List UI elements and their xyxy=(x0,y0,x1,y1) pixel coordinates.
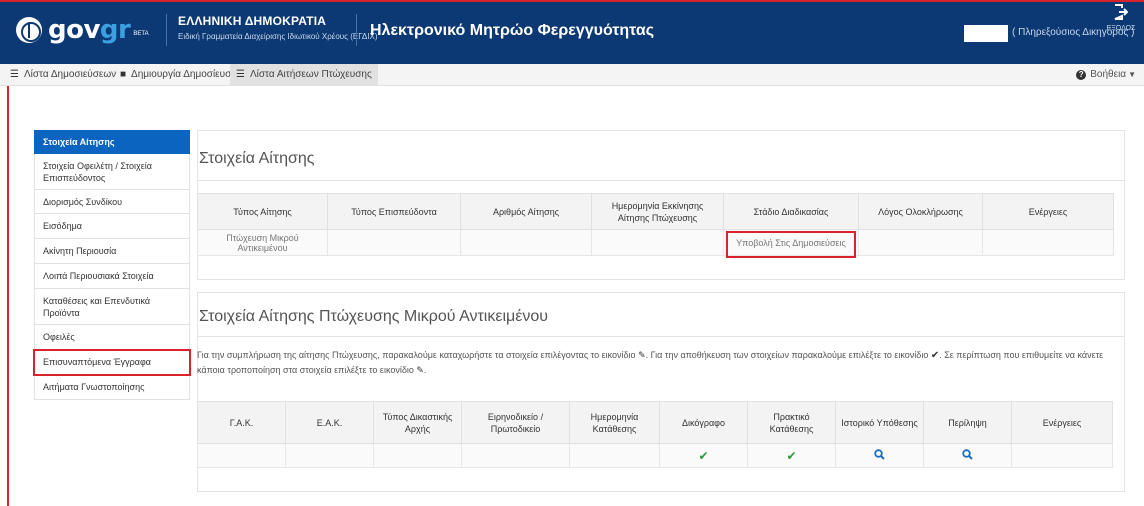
search-icon[interactable] xyxy=(962,449,973,460)
col-header: Δικόγραφο xyxy=(659,401,748,444)
caret-down-icon: ▼ xyxy=(1128,70,1136,79)
sidebar-item-debtor[interactable]: Στοιχεία Οφειλέτη / Στοιχεία Επισπεύδοντ… xyxy=(34,154,190,190)
col-header: Στάδιο Διαδικασίας xyxy=(723,193,859,230)
org-name: ΕΛΛΗΝΙΚΗ ΔΗΜΟΚΡΑΤΙΑ xyxy=(178,14,327,28)
app-title: Ηλεκτρονικό Μητρώο Φερεγγυότητας xyxy=(370,22,655,39)
sidebar-item-trustee[interactable]: Διορισμός Συνδίκου xyxy=(34,190,190,214)
col-header: Τύπος Δικαστικής Αρχής xyxy=(373,401,462,444)
pencil-icon: ✎ xyxy=(416,365,424,375)
section-divider xyxy=(197,336,1125,337)
logout-button[interactable]: ΕΞΟΔΟΣ xyxy=(1106,4,1136,44)
document-icon: ■ xyxy=(120,69,127,80)
nav-label: Δημιουργία Δημοσίευσης xyxy=(131,69,242,80)
nav-bankruptcy-applications[interactable]: ☰ Λίστα Αιτήσεων Πτώχευσης xyxy=(230,64,378,86)
col-header: Ιστορικό Υπόθεσης xyxy=(835,401,924,444)
application-table: Τύπος Αίτησης Τύπος Επισπεύδοντα Αριθμός… xyxy=(197,193,1114,258)
sidebar-item-debts[interactable]: Οφειλές xyxy=(34,325,190,350)
cell-filing-record[interactable]: ✔ xyxy=(747,443,836,468)
col-header: Πρακτικό Κατάθεσης xyxy=(747,401,836,444)
cell-stage: Υποβολή Στις Δημοσιεύσεις xyxy=(723,229,859,258)
col-header: Ειρηνοδικείο / Πρωτοδικείο xyxy=(461,401,570,444)
cell-redacted xyxy=(197,443,286,468)
sidebar-item-attachments[interactable]: Επισυναπτόμενα Έγγραφα xyxy=(33,349,191,376)
cell-summary[interactable] xyxy=(923,443,1012,468)
govgr-logo[interactable]: govgr BETA xyxy=(16,10,149,50)
cell-redacted xyxy=(591,229,724,256)
question-icon: ? xyxy=(1076,70,1087,80)
search-icon[interactable] xyxy=(874,449,885,460)
section-title-application: Στοιχεία Αίτησης xyxy=(199,150,315,167)
help-menu[interactable]: ? Βοήθεια ▼ xyxy=(1076,64,1136,86)
cell-application-type: Πτώχευση Μικρού Αντικειμένου xyxy=(197,229,328,256)
col-header: Λόγος Ολοκλήρωσης xyxy=(858,193,983,230)
col-header: Ε.Α.Κ. xyxy=(285,401,374,444)
table-row[interactable]: Πτώχευση Μικρού Αντικειμένου Υποβολή Στι… xyxy=(197,229,1114,258)
cell-redacted xyxy=(460,229,592,256)
sidebar-item-application[interactable]: Στοιχεία Αίτησης xyxy=(34,130,190,154)
col-header: Ημερομηνία Κατάθεσης xyxy=(569,401,660,444)
sidebar-item-notifications[interactable]: Αιτήματα Γνωστοποίησης xyxy=(34,375,190,400)
beta-badge: BETA xyxy=(133,31,149,37)
sidebar-item-deposits[interactable]: Καταθέσεις και Επενδυτικά Προϊόντα xyxy=(34,289,190,325)
small-bankruptcy-table: Γ.Α.Κ. Ε.Α.Κ. Τύπος Δικαστικής Αρχής Ειρ… xyxy=(197,401,1113,468)
check-icon: ✔ xyxy=(930,350,940,361)
cell-redacted xyxy=(327,229,461,256)
org-block: ΕΛΛΗΝΙΚΗ ΔΗΜΟΚΡΑΤΙΑ Ειδική Γραμματεία Δι… xyxy=(178,14,378,41)
nav-create-publication[interactable]: ■ Δημιουργία Δημοσίευσης xyxy=(120,64,242,86)
emblem-icon xyxy=(16,17,42,43)
col-header: Ενέργειες xyxy=(1011,401,1113,444)
logout-label: ΕΞΟΔΟΣ xyxy=(1106,25,1136,32)
cell-redacted xyxy=(373,443,462,468)
header-divider xyxy=(356,14,357,46)
instructions-text: Για την συμπλήρωση της αίτησης Πτώχευσης… xyxy=(197,350,1104,375)
cell-redacted xyxy=(569,443,660,468)
stage-text: Υποβολή Στις Δημοσιεύσεις xyxy=(736,237,846,248)
cell-actions xyxy=(982,229,1114,256)
pencil-icon: ✎ xyxy=(638,350,646,360)
check-icon: ✔ xyxy=(786,448,797,463)
list-icon: ☰ xyxy=(236,69,245,80)
sidebar-item-other-assets[interactable]: Λοιπά Περιουσιακά Στοιχεία xyxy=(34,264,190,289)
col-header: Τύπος Επισπεύδοντα xyxy=(327,193,461,230)
list-icon: ☰ xyxy=(10,69,19,80)
logout-icon xyxy=(1114,4,1128,20)
app-header: govgr BETA ΕΛΛΗΝΙΚΗ ΔΗΜΟΚΡΑΤΙΑ Ειδική Γρ… xyxy=(0,0,1144,64)
cell-redacted xyxy=(461,443,570,468)
col-header: Ημερομηνία Εκκίνησης Αίτησης Πτώχευσης xyxy=(591,193,724,230)
col-header: Περίληψη xyxy=(923,401,1012,444)
col-header: Γ.Α.Κ. xyxy=(197,401,286,444)
left-highlight-border xyxy=(7,86,9,506)
col-header: Ενέργειες xyxy=(982,193,1114,230)
logo-text: govgr xyxy=(48,15,131,45)
header-accent-bar xyxy=(0,0,1144,2)
col-header: Τύπος Αίτησης xyxy=(197,193,328,230)
cell-case-history[interactable] xyxy=(835,443,924,468)
table-row[interactable]: ✔ ✔ xyxy=(197,443,1113,468)
user-name-redacted xyxy=(964,25,1008,42)
nav-label: Λίστα Αιτήσεων Πτώχευσης xyxy=(249,69,372,80)
table-header-row: Γ.Α.Κ. Ε.Α.Κ. Τύπος Δικαστικής Αρχής Ειρ… xyxy=(197,401,1113,444)
col-header: Αριθμός Αίτησης xyxy=(460,193,592,230)
top-nav: ☰ Λίστα Δημοσιεύσεων ■ Δημιουργία Δημοσί… xyxy=(0,64,1144,86)
table-header-row: Τύπος Αίτησης Τύπος Επισπεύδοντα Αριθμός… xyxy=(197,193,1114,230)
cell-completion-reason xyxy=(858,229,983,256)
section-divider xyxy=(197,180,1125,181)
nav-publications-list[interactable]: ☰ Λίστα Δημοσιεύσεων xyxy=(10,64,116,86)
sidebar-item-real-estate[interactable]: Ακίνητη Περιουσία xyxy=(34,239,190,264)
check-icon: ✔ xyxy=(698,448,709,463)
cell-pleading[interactable]: ✔ xyxy=(659,443,748,468)
header-divider xyxy=(166,14,167,46)
nav-label: Λίστα Δημοσιεύσεων xyxy=(23,69,117,80)
cell-redacted xyxy=(285,443,374,468)
org-subtitle: Ειδική Γραμματεία Διαχείρισης Ιδιωτικού … xyxy=(178,32,378,41)
help-label: Βοήθεια xyxy=(1090,69,1127,80)
cell-actions xyxy=(1011,443,1113,468)
sidebar-item-income[interactable]: Εισόδημα xyxy=(34,214,190,239)
sidebar: Στοιχεία Αίτησης Στοιχεία Οφειλέτη / Στο… xyxy=(33,130,191,400)
section-title-small-bankruptcy: Στοιχεία Αίτησης Πτώχευσης Μικρού Αντικε… xyxy=(199,308,549,325)
